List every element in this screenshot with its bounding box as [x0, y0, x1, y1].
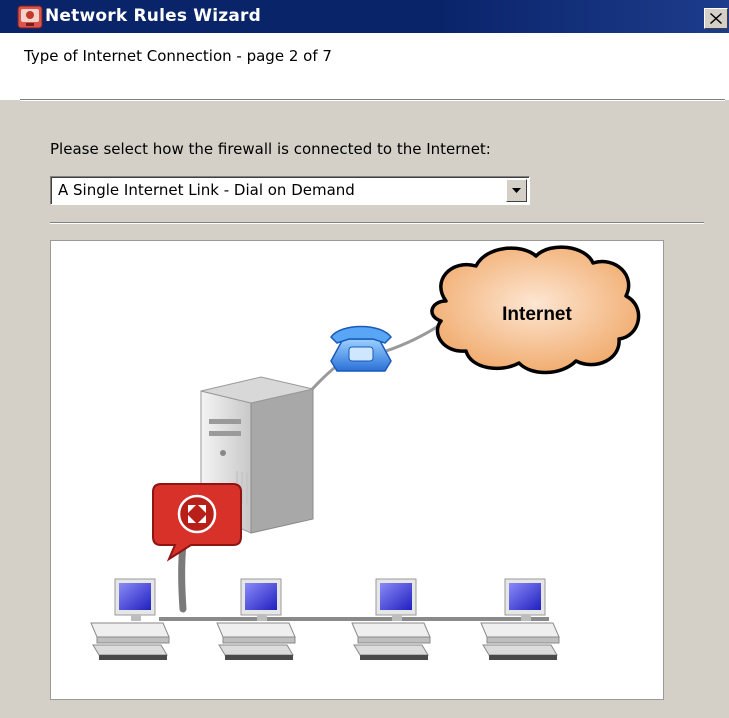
header-divider: [20, 99, 725, 101]
title-bar: Network Rules Wizard: [0, 0, 729, 33]
connection-prompt: Please select how the firewall is connec…: [50, 140, 491, 158]
section-divider: [50, 222, 704, 224]
client-computer-icon: [90, 578, 170, 661]
connection-type-value: A Single Internet Link - Dial on Demand: [58, 181, 355, 199]
dropdown-button[interactable]: [506, 179, 527, 202]
page-title: Type of Internet Connection - page 2 of …: [24, 47, 332, 65]
chevron-down-icon: [512, 188, 521, 193]
close-icon: [710, 13, 722, 24]
internet-cloud-icon: Internet: [430, 245, 641, 375]
close-button[interactable]: [704, 8, 728, 29]
wizard-header: [0, 33, 729, 100]
window-title: Network Rules Wizard: [45, 6, 261, 26]
connection-type-select[interactable]: A Single Internet Link - Dial on Demand: [50, 176, 530, 205]
internet-label: Internet: [502, 304, 572, 325]
dialup-phone-icon: [330, 325, 392, 372]
router-badge-icon: [152, 483, 242, 562]
app-icon: [17, 5, 43, 29]
network-diagram: Internet: [50, 240, 664, 700]
